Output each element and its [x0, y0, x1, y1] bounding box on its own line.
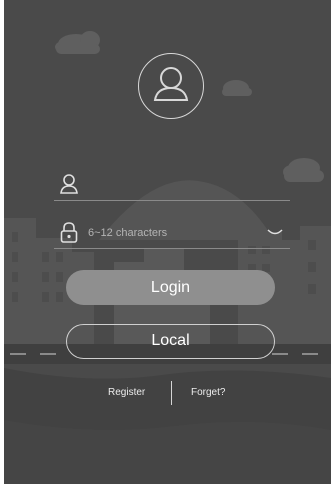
login-screen: Login Local Register Forget? [4, 0, 331, 484]
auth-links: Register Forget? [4, 380, 331, 406]
password-input[interactable] [88, 222, 258, 244]
username-field [54, 170, 290, 201]
local-button[interactable]: Local [66, 324, 275, 359]
cloud-icon [55, 31, 100, 54]
login-button[interactable]: Login [66, 270, 275, 305]
lock-icon [60, 222, 78, 243]
user-icon [60, 174, 78, 194]
forgot-password-link[interactable]: Forget? [191, 387, 225, 398]
avatar[interactable] [138, 53, 204, 119]
username-input[interactable] [88, 174, 258, 196]
password-field [54, 218, 290, 249]
divider [171, 381, 172, 405]
register-link[interactable]: Register [108, 387, 145, 398]
user-avatar-icon [153, 67, 189, 101]
eye-closed-icon[interactable] [266, 227, 284, 239]
